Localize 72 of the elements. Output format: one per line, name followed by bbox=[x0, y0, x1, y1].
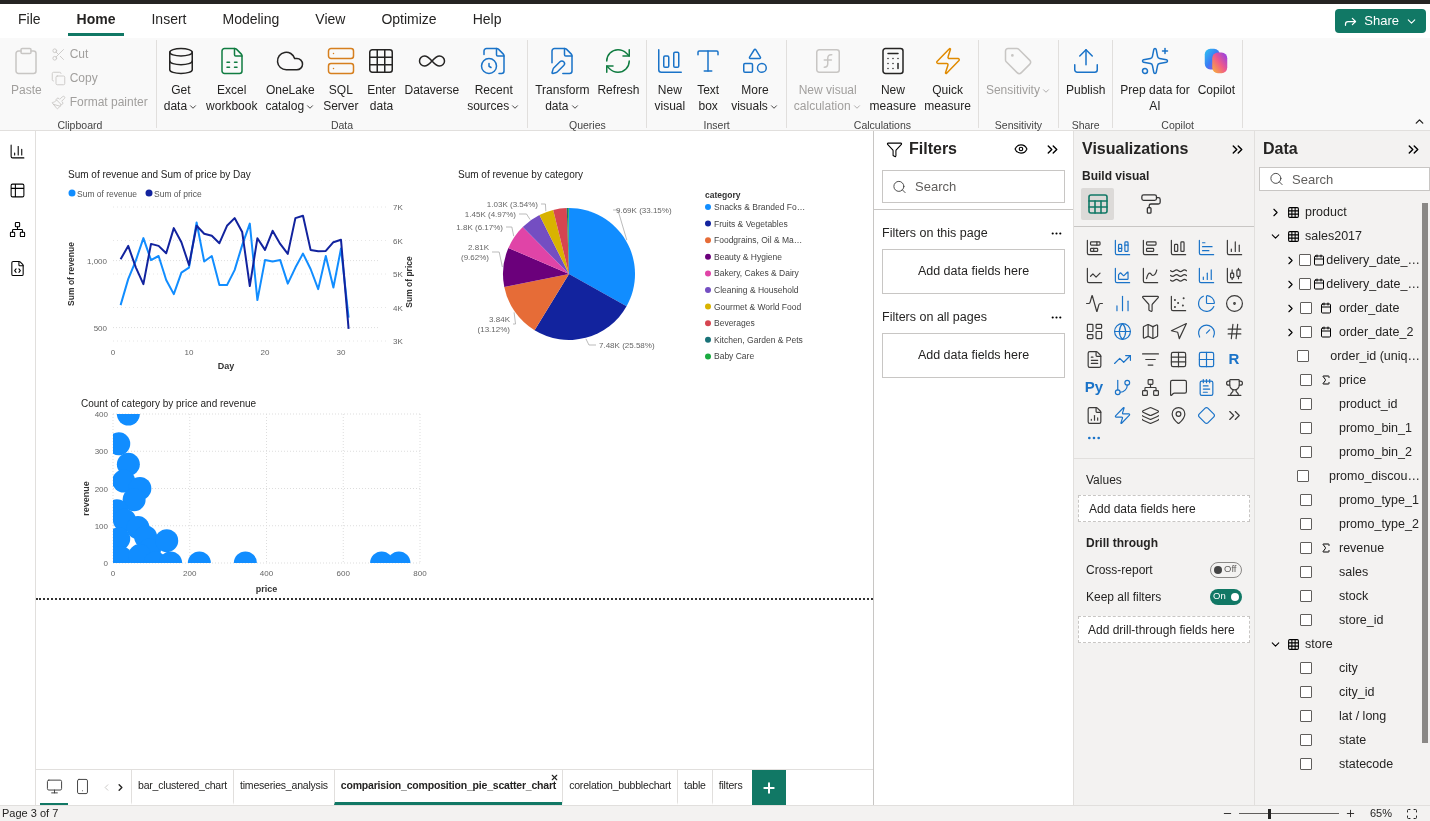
toggle-label: Keep all filters bbox=[1086, 588, 1162, 606]
tick-label: 500 bbox=[93, 323, 107, 333]
legend-item: Bakery, Cakes & Dairy bbox=[705, 268, 799, 279]
group-label: Queries bbox=[567, 118, 607, 132]
tick-label: 0 bbox=[110, 348, 116, 357]
tick-label: 300 bbox=[94, 447, 108, 457]
axis-title: price bbox=[255, 584, 278, 594]
tick-label: 0 bbox=[103, 559, 108, 568]
tick-label: 200 bbox=[94, 484, 108, 494]
chart-title: Count of category by price and revenue bbox=[81, 398, 257, 409]
legend-item: Gourmet & World Food bbox=[705, 301, 802, 312]
tick-label: 200 bbox=[183, 569, 197, 578]
tick-label: 10 bbox=[184, 348, 194, 357]
section-title: Drill through bbox=[1085, 535, 1159, 552]
tick-label: 30 bbox=[336, 348, 346, 357]
pane-subtitle: Build visual bbox=[1081, 168, 1151, 185]
pane-title: Data bbox=[1263, 139, 1298, 159]
tick-label: 1,000 bbox=[86, 256, 107, 266]
legend-label: Sum of price bbox=[154, 188, 202, 199]
well-title: Values bbox=[1085, 472, 1123, 489]
tick-label: 600 bbox=[336, 569, 350, 578]
data-label: 9.69K (33.15%) bbox=[616, 206, 672, 215]
legend-item: Sum of revenue bbox=[68, 188, 137, 199]
pane-title: Filters bbox=[909, 139, 957, 159]
pane-title: Visualizations bbox=[1082, 139, 1189, 159]
legend-label: Baby Care bbox=[714, 351, 755, 362]
legend-title: category bbox=[705, 190, 741, 200]
chart-title: Sum of revenue by category bbox=[458, 169, 584, 180]
group-label: Share bbox=[1070, 118, 1101, 132]
section-title: Filters on this page bbox=[882, 225, 988, 242]
axis-title: Sum of revenue bbox=[66, 242, 76, 306]
group-label: Insert bbox=[702, 118, 731, 132]
legend-item: Baby Care bbox=[705, 351, 755, 362]
data-label: 2.81K (9.62%) bbox=[461, 243, 489, 262]
legend-item: Cleaning & Household bbox=[705, 285, 799, 295]
tick-label: 400 bbox=[259, 569, 274, 578]
axis-title: Day bbox=[217, 361, 235, 371]
data-label: 7.48K (25.58%) bbox=[599, 341, 655, 350]
legend-label: Beverages bbox=[714, 318, 755, 329]
tick-label: 4K bbox=[393, 303, 403, 313]
toggle-label: Cross-report bbox=[1086, 561, 1153, 579]
tick-label: 20 bbox=[260, 348, 270, 357]
section-title: Filters on all pages bbox=[882, 308, 987, 326]
tick-label: 7K bbox=[393, 203, 403, 212]
legend-item: Sum of price bbox=[145, 188, 202, 199]
chart-title: Sum of revenue and Sum of price by Day bbox=[68, 169, 251, 180]
tick-label: 6K bbox=[393, 236, 403, 246]
group-label: Sensitivity bbox=[993, 118, 1044, 132]
tick-label: 3K bbox=[393, 337, 403, 346]
tick-label: 100 bbox=[94, 521, 108, 531]
legend-item: Kitchen, Garden & Pets bbox=[705, 334, 803, 345]
group-label: Data bbox=[329, 118, 355, 132]
data-label: 1.45K (4.97%) bbox=[464, 210, 516, 219]
zoom-reading: 65% bbox=[1369, 806, 1392, 821]
data-label: 1.03K (3.54%) bbox=[486, 200, 538, 209]
tick-label: 800 bbox=[413, 569, 427, 578]
group-label: Calculations bbox=[852, 118, 912, 132]
legend-item: Fruits & Vegetables bbox=[705, 218, 788, 229]
axis-title: revenue bbox=[81, 481, 91, 516]
data-label: 1.8K (6.17%) bbox=[456, 223, 503, 232]
tick-label: 0 bbox=[110, 569, 116, 578]
tick-label: 400 bbox=[94, 410, 108, 419]
axis-title: Sum of price bbox=[404, 256, 414, 308]
tick-label: 5K bbox=[393, 270, 403, 279]
data-label: 3.84K (13.12%) bbox=[477, 315, 510, 334]
legend-item: Foodgrains, Oil & Ma… bbox=[705, 235, 803, 246]
group-label: Copilot bbox=[1160, 118, 1196, 132]
legend-item: Beauty & Hygiene bbox=[705, 251, 783, 262]
page-indicator: Page 3 of 7 bbox=[2, 806, 59, 821]
legend-item: Beverages bbox=[705, 318, 755, 329]
group-label: Clipboard bbox=[56, 118, 104, 132]
legend-item: Snacks & Branded Fo… bbox=[705, 202, 806, 212]
